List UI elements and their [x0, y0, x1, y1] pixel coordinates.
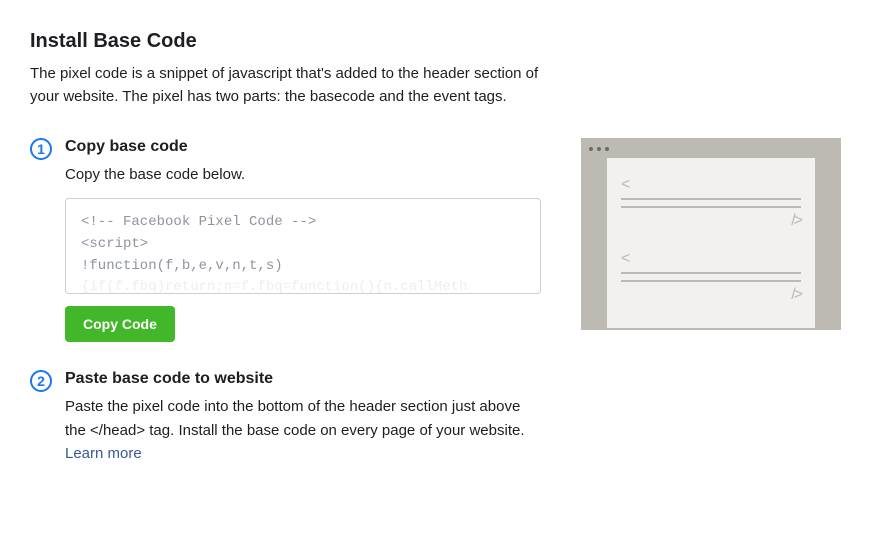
code-line-3: !function(f,b,e,v,n,t,s) [81, 256, 525, 278]
browser-page-area-icon: < /> < /> [607, 158, 815, 328]
step-2-title: Paste base code to website [65, 370, 541, 388]
code-line-1: <!-- Facebook Pixel Code --> [81, 212, 525, 234]
step-2-desc: Paste the pixel code into the bottom of … [65, 395, 541, 465]
browser-left-strip-icon [583, 158, 607, 328]
page-desc: The pixel code is a snippet of javascrip… [30, 63, 570, 108]
step-1: 1 Copy base code Copy the base code belo… [30, 138, 541, 342]
code-snippet-box[interactable]: <!-- Facebook Pixel Code --> <script> !f… [65, 198, 541, 294]
step-number-1: 1 [30, 138, 52, 160]
browser-titlebar-icon [583, 140, 839, 158]
illustration-column: < /> < /> [581, 138, 861, 330]
step-number-2: 2 [30, 370, 52, 392]
step-1-desc: Copy the base code below. [65, 163, 541, 186]
page-title: Install Base Code [30, 30, 861, 53]
browser-right-strip-icon [815, 158, 839, 328]
head-tag-text: </head> [90, 422, 145, 439]
code-line-4: {if(f.fbq)return;n=f.fbq=function(){n.ca… [81, 277, 525, 294]
browser-mockup-icon: < /> < /> [581, 138, 841, 330]
step-1-title: Copy base code [65, 138, 541, 156]
step-2: 2 Paste base code to website Paste the p… [30, 370, 541, 477]
learn-more-link[interactable]: Learn more [65, 445, 142, 462]
step-2-desc-post: tag. Install the base code on every page… [145, 422, 524, 439]
copy-code-button[interactable]: Copy Code [65, 306, 175, 342]
code-line-2: <script> [81, 234, 525, 256]
